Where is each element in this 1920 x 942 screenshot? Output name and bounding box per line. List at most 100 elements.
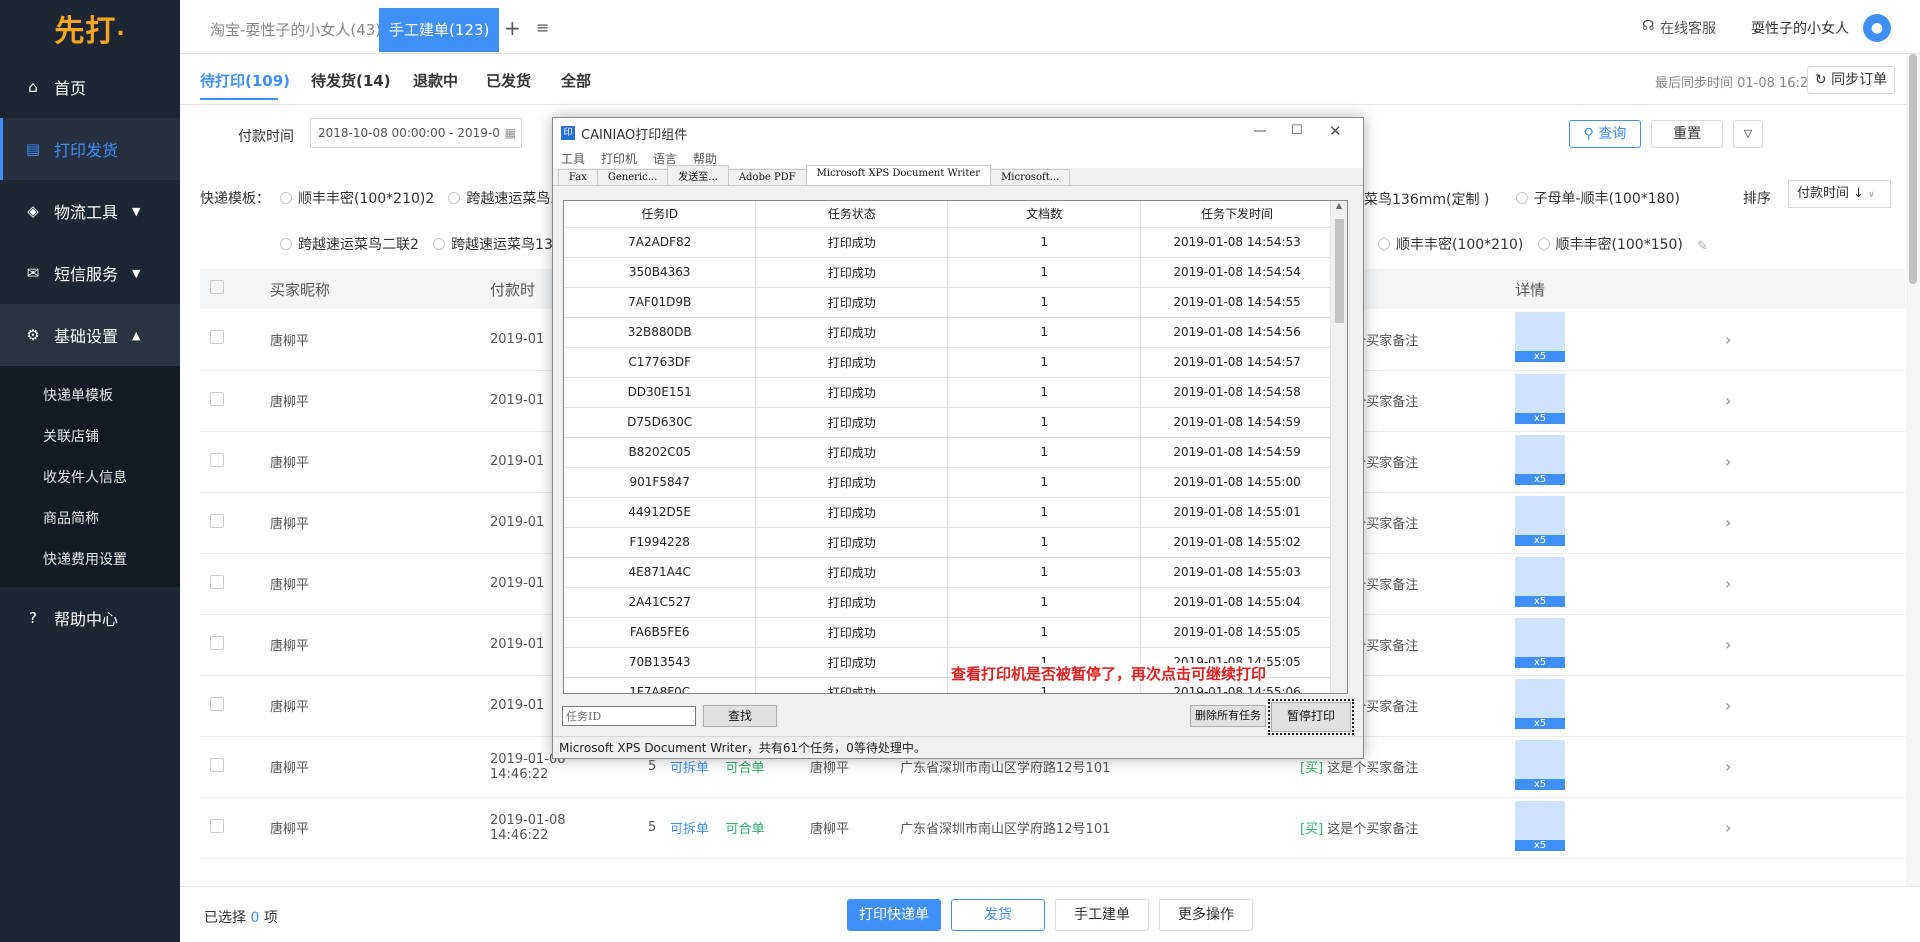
nav-home[interactable]: ⌂ 首页 (0, 56, 180, 118)
product-thumbnail[interactable]: x5 (1515, 678, 1565, 729)
delete-all-tasks-button[interactable]: 删除所有任务 (1190, 705, 1266, 727)
query-button[interactable]: ⚲ 查询 (1569, 120, 1641, 148)
nav-settings[interactable]: ⚙ 基础设置 ▲ (0, 304, 180, 366)
nav-help[interactable]: ? 帮助中心 (0, 587, 180, 649)
print-task-list[interactable]: 任务ID 任务状态 文档数 任务下发时间 7A2ADF82 打印成功 1 2019-0… (563, 200, 1348, 694)
select-all-checkbox[interactable] (210, 280, 224, 294)
printer-tab-adobe-pdf[interactable]: Adobe PDF (727, 169, 807, 185)
task-row[interactable]: B8202C05 打印成功 1 2019-01-08 14:54:59 (564, 437, 1334, 468)
minimize-icon[interactable]: — (1253, 123, 1267, 139)
tab-manual-order[interactable]: 手工建单(123) (379, 8, 500, 52)
express-option[interactable]: 顺丰丰密(100*210)2 (280, 188, 434, 208)
chevron-right-icon[interactable]: › (1725, 635, 1731, 654)
task-row[interactable]: 350B4363 打印成功 1 2019-01-08 14:54:54 (564, 257, 1334, 288)
chevron-right-icon[interactable]: › (1725, 757, 1731, 776)
task-row[interactable]: FA6B5FE6 打印成功 1 2019-01-08 14:55:05 (564, 617, 1334, 648)
split-order-tag[interactable]: 可拆单 (670, 761, 709, 776)
express-option[interactable]: 顺丰丰密(100*210) (1378, 234, 1523, 254)
tab-taobao-shop[interactable]: 淘宝-耍性子的小女人(43) (200, 8, 391, 52)
row-checkbox[interactable] (210, 574, 224, 589)
chevron-right-icon[interactable]: › (1725, 818, 1731, 837)
tab-list-icon[interactable]: ≡ (536, 18, 549, 37)
printer-tab-xps[interactable]: Microsoft XPS Document Writer (805, 165, 992, 185)
pause-printing-button[interactable]: 暂停打印 (1268, 699, 1354, 735)
menu-language[interactable]: 语言 (653, 150, 677, 167)
subitem-linked-shops[interactable]: 关联店铺 (0, 415, 180, 456)
sort-select[interactable]: 付款时间 ↓ ∨ (1788, 180, 1891, 208)
task-row[interactable]: DD30E151 打印成功 1 2019-01-08 14:54:58 (564, 377, 1334, 408)
product-thumbnail[interactable]: x5 (1515, 556, 1565, 607)
task-row[interactable]: 44912D5E 打印成功 1 2019-01-08 14:55:01 (564, 497, 1334, 528)
user-name[interactable]: 耍性子的小女人 (1751, 18, 1849, 38)
subitem-express-fee[interactable]: 快递费用设置 (0, 538, 180, 579)
find-button[interactable]: 查找 (703, 705, 777, 727)
edit-icon[interactable]: ✎ (1697, 239, 1708, 254)
express-option[interactable]: 运菜鸟136mm(定制 ) (1350, 189, 1489, 209)
row-checkbox[interactable] (210, 330, 224, 345)
chevron-right-icon[interactable]: › (1725, 574, 1731, 593)
split-order-tag[interactable]: 可拆单 (670, 822, 709, 837)
table-row[interactable]: 唐柳平 2019-01-08 14:46:22 5 可拆单 可合单 唐柳平 广东省深圳市南… (200, 797, 1905, 859)
task-row[interactable]: 7A2ADF82 打印成功 1 2019-01-08 14:54:53 (564, 227, 1334, 258)
task-row[interactable]: C17763DF 打印成功 1 2019-01-08 14:54:57 (564, 347, 1334, 378)
tab-to-print[interactable]: 待打印(109) (200, 70, 290, 91)
chevron-right-icon[interactable]: › (1725, 696, 1731, 715)
printer-tab-microsoft[interactable]: Microsoft... (990, 169, 1071, 185)
product-thumbnail[interactable]: x5 (1515, 739, 1565, 790)
menu-printer[interactable]: 打印机 (601, 150, 637, 167)
page-scrollbar-thumb[interactable] (1909, 54, 1917, 284)
product-thumbnail[interactable]: x5 (1515, 312, 1565, 363)
manual-order-button[interactable]: 手工建单 (1055, 899, 1149, 931)
subitem-sender-info[interactable]: 收发件人信息 (0, 456, 180, 497)
menu-tools[interactable]: 工具 (561, 150, 585, 167)
close-icon[interactable]: ✕ (1329, 122, 1342, 140)
express-option[interactable]: 跨越速运菜鸟三 (448, 188, 564, 208)
row-checkbox[interactable] (210, 818, 224, 833)
tab-shipped[interactable]: 已发货 (486, 70, 531, 91)
subitem-express-template[interactable]: 快递单模板 (0, 374, 180, 415)
task-row[interactable]: 901F5847 打印成功 1 2019-01-08 14:55:00 (564, 467, 1334, 498)
tab-refunding[interactable]: 退款中 (413, 70, 458, 91)
scroll-up-icon[interactable]: ▲ (1331, 201, 1347, 210)
row-checkbox[interactable] (210, 635, 224, 650)
menu-help[interactable]: 帮助 (693, 150, 717, 167)
express-option[interactable]: 子母单-顺丰(100*180) (1515, 188, 1680, 208)
logo[interactable]: 先打. (0, 0, 180, 56)
task-row[interactable]: 32B880DB 打印成功 1 2019-01-08 14:54:56 (564, 317, 1334, 348)
express-option[interactable]: 顺丰丰密(100*150) (1537, 234, 1683, 254)
nav-logistics[interactable]: ◈ 物流工具 ▼ (0, 180, 180, 242)
chevron-right-icon[interactable]: › (1725, 452, 1731, 471)
row-checkbox[interactable] (210, 696, 224, 711)
ship-button[interactable]: 发货 (951, 899, 1045, 931)
tab-all[interactable]: 全部 (561, 70, 591, 91)
online-service-link[interactable]: 在线客服 (1660, 18, 1716, 38)
tab-to-ship[interactable]: 待发货(14) (311, 70, 391, 91)
express-option[interactable]: 跨越速运菜鸟二联2 (280, 234, 419, 254)
express-option[interactable]: 跨越速运菜鸟13 (433, 234, 553, 254)
task-row[interactable]: 4E871A4C 打印成功 1 2019-01-08 14:55:03 (564, 557, 1334, 588)
chevron-right-icon[interactable]: › (1725, 330, 1731, 349)
task-row[interactable]: F1994228 打印成功 1 2019-01-08 14:55:02 (564, 527, 1334, 558)
merge-order-tag[interactable]: 可合单 (726, 822, 765, 837)
product-thumbnail[interactable]: x5 (1515, 495, 1565, 546)
chevron-right-icon[interactable]: › (1725, 391, 1731, 410)
pay-time-input[interactable]: 2018-10-08 00:00:00 - 2019-0 ▦ (310, 118, 522, 148)
row-checkbox[interactable] (210, 513, 224, 528)
task-id-search-input[interactable] (562, 706, 696, 726)
product-thumbnail[interactable]: x5 (1515, 800, 1565, 851)
printer-tab-send-to[interactable]: 发送至... (667, 165, 729, 185)
nav-print-ship[interactable]: ▤ 打印发货 (0, 118, 180, 180)
nav-sms[interactable]: ✉ 短信服务 ▼ (0, 242, 180, 304)
reset-button[interactable]: 重置 (1651, 120, 1723, 148)
avatar[interactable]: ● (1863, 14, 1891, 42)
product-thumbnail[interactable]: x5 (1515, 617, 1565, 668)
sync-orders-button[interactable]: ↻ 同步订单 (1807, 66, 1895, 94)
task-row[interactable]: D75D630C 打印成功 1 2019-01-08 14:54:59 (564, 407, 1334, 438)
product-thumbnail[interactable]: x5 (1515, 373, 1565, 424)
add-tab-icon[interactable]: + (504, 16, 521, 40)
scrollbar-thumb[interactable] (1335, 219, 1344, 323)
more-actions-button[interactable]: 更多操作 (1159, 899, 1253, 931)
printer-tab-fax[interactable]: Fax (558, 169, 598, 185)
task-row[interactable]: 2A41C527 打印成功 1 2019-01-08 14:55:04 (564, 587, 1334, 618)
chevron-right-icon[interactable]: › (1725, 513, 1731, 532)
